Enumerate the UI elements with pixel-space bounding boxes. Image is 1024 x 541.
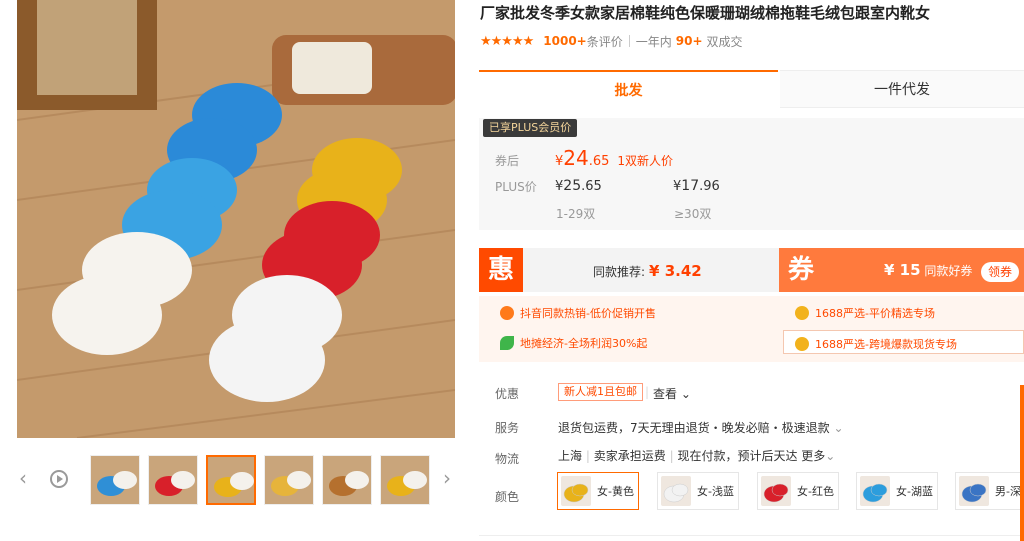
- sun-icon: [500, 306, 514, 320]
- sold-label: 双成交: [706, 34, 743, 49]
- promo-link-label: 地摊经济-全场利润30%起: [520, 337, 648, 350]
- hui-badge: 惠: [479, 248, 523, 292]
- color-swatch: [761, 476, 791, 506]
- price-integer: 24: [563, 146, 589, 170]
- promo-link-yanxuan-2[interactable]: 1688严选-跨境爆款现货专场: [795, 336, 957, 352]
- tab-dropship[interactable]: 一件代发: [780, 70, 1024, 108]
- coupon-info: ¥ 15 同款好券: [884, 261, 972, 279]
- video-play-icon[interactable]: [50, 470, 68, 488]
- thumbnail-image[interactable]: [322, 455, 372, 505]
- color-option-label: 女-黄色: [597, 485, 634, 498]
- coupon-amount: ¥ 15: [884, 261, 921, 279]
- get-coupon-button[interactable]: 领券: [981, 262, 1019, 282]
- divider: [628, 35, 630, 47]
- price-decimal: .65: [588, 154, 610, 169]
- tier2-price: ¥17.96: [673, 178, 720, 194]
- sold-count: 90+: [675, 34, 703, 48]
- chevron-down-icon: ⌄: [833, 421, 844, 435]
- color-option-label: 女-浅蓝: [697, 485, 734, 498]
- chevron-down-icon: ⌄: [825, 449, 836, 463]
- color-swatch: [561, 476, 591, 506]
- service-text: 退货包运费，7天无理由退货・晚发必赔・极速退款: [558, 421, 830, 435]
- shipping-label: 物流: [495, 452, 520, 466]
- rating-stars: ★★★★★: [480, 33, 534, 49]
- flower-icon: [795, 306, 809, 320]
- review-label: 条评价: [586, 34, 623, 49]
- promo-link-douyin[interactable]: 抖音同款热销-低价促销开售: [500, 305, 656, 321]
- color-option-label: 女-红色: [797, 485, 834, 498]
- color-option-label: 女-湖蓝: [896, 485, 933, 498]
- thumb-prev-icon[interactable]: ‹: [17, 466, 29, 490]
- main-price: ¥24.65 1双新人价: [555, 146, 673, 170]
- thumbnail-image[interactable]: [90, 455, 140, 505]
- ship-time: 现在付款，预计后天达: [677, 449, 798, 463]
- tier2-range: ≥30双: [674, 207, 712, 221]
- thumbnail-image[interactable]: [206, 455, 256, 505]
- view-label: 查看: [653, 387, 678, 401]
- service-info[interactable]: 退货包运费，7天无理由退货・晚发必赔・极速退款 ⌄: [558, 419, 844, 436]
- coupon-label: 同款好券: [924, 264, 973, 278]
- recommend-label: 同款推荐:: [593, 265, 646, 279]
- service-label: 服务: [495, 421, 520, 435]
- promo-link-ditan[interactable]: 地摊经济-全场利润30%起: [500, 335, 647, 351]
- rating-row: ★★★★★ 1000+ 条评价 一年内 90+ 双成交: [480, 32, 743, 50]
- tab-wholesale[interactable]: 批发: [479, 70, 778, 108]
- review-count[interactable]: 1000+: [543, 34, 586, 48]
- plus-member-badge: 已享PLUS会员价: [483, 119, 578, 137]
- color-swatch: [661, 476, 691, 506]
- thumbnail-image[interactable]: [380, 455, 430, 505]
- bear-icon: [795, 337, 809, 351]
- ship-from: 上海: [558, 449, 583, 463]
- promo-link-yanxuan-1[interactable]: 1688严选-平价精选专场: [795, 305, 935, 321]
- color-option[interactable]: 女-红色: [757, 472, 839, 510]
- product-photo-illustration: [17, 0, 455, 438]
- coupon-badge: 券: [787, 255, 814, 285]
- product-title: 厂家批发冬季女款家居棉鞋纯色保暖珊瑚绒棉拖鞋毛绒包跟室内靴女: [480, 4, 931, 22]
- purchase-mode-tabs: 批发 一件代发: [479, 70, 1024, 108]
- color-option[interactable]: 男-深: [955, 472, 1024, 510]
- tier1-range: 1-29双: [556, 207, 596, 221]
- divider: [479, 535, 1024, 536]
- color-swatch: [959, 476, 989, 506]
- after-coupon-label: 券后: [495, 154, 520, 168]
- color-option[interactable]: 女-浅蓝: [657, 472, 739, 510]
- similar-recommend[interactable]: 同款推荐: ¥ 3.42: [593, 262, 702, 280]
- new-user-discount-tag: 新人减1且包邮: [558, 383, 643, 401]
- ship-more-link[interactable]: 更多: [801, 449, 825, 463]
- discount-label: 优惠: [495, 387, 520, 401]
- promo-link-label: 1688严选-平价精选专场: [815, 307, 935, 320]
- thumbnail-image[interactable]: [264, 455, 314, 505]
- chevron-down-icon: ⌄: [680, 387, 691, 401]
- thumbnail-image[interactable]: [148, 455, 198, 505]
- divider: |: [645, 385, 650, 399]
- ship-fee: 卖家承担运费: [593, 449, 666, 463]
- recommend-price: ¥ 3.42: [649, 262, 702, 280]
- new-user-price-note: 1双新人价: [617, 154, 674, 168]
- promo-link-label: 抖音同款热销-低价促销开售: [520, 307, 656, 320]
- year-prefix: 一年内: [635, 34, 672, 49]
- shipping-info: 上海 | 卖家承担运费 | 现在付款，预计后天达 更多⌄: [558, 449, 836, 463]
- main-product-image[interactable]: [17, 0, 455, 438]
- promo-link-label: 1688严选-跨境爆款现货专场: [815, 338, 957, 351]
- tier1-price: ¥25.65: [555, 178, 602, 194]
- thumb-next-icon[interactable]: ›: [441, 466, 453, 490]
- color-option[interactable]: 女-黄色: [557, 472, 639, 510]
- color-label: 颜色: [495, 490, 520, 504]
- leaf-icon: [500, 336, 514, 350]
- color-swatch: [860, 476, 890, 506]
- color-option-label: 男-深: [995, 485, 1021, 498]
- view-discount-link[interactable]: 查看 ⌄: [653, 385, 691, 402]
- plus-price-label: PLUS价: [495, 180, 537, 194]
- color-option[interactable]: 女-湖蓝: [856, 472, 938, 510]
- page-scrollbar[interactable]: [1020, 385, 1024, 541]
